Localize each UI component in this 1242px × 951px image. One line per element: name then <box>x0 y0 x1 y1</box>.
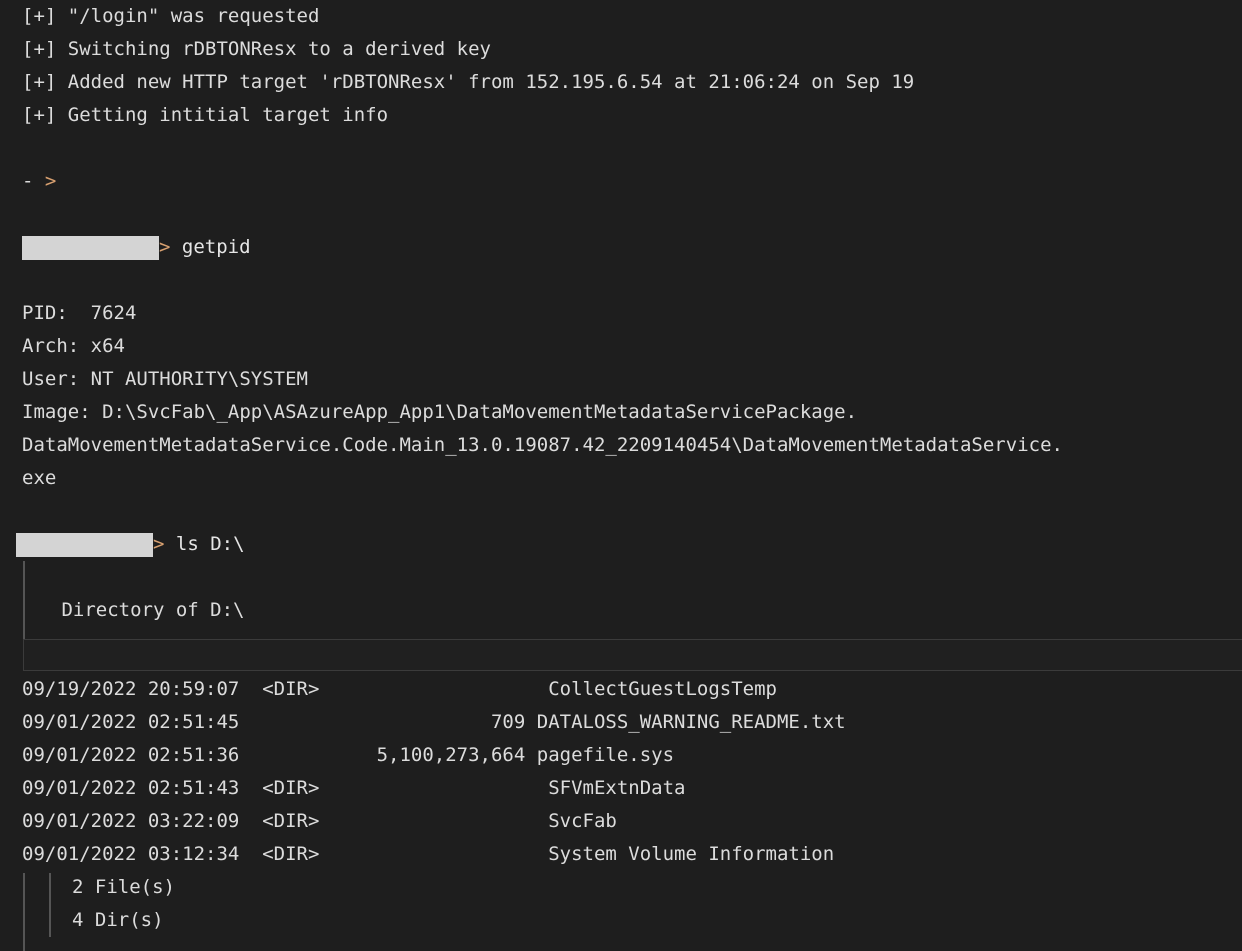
log-line: [+] Switching rDBTONResx to a derived ke… <box>22 38 491 60</box>
table-row: 09/01/2022 02:51:43 <DIR> SFVmExtnData <box>22 777 686 799</box>
getpid-output-image-3: exe <box>22 467 57 489</box>
redaction-block <box>16 532 153 557</box>
command-text: getpid <box>170 236 251 258</box>
listing-summary-block: 2 File(s) 4 Dir(s) <box>0 871 1242 951</box>
directory-header-text: Directory of D:\ <box>50 599 245 621</box>
getpid-output-image-2: DataMovementMetadataService.Code.Main_13… <box>22 434 1063 456</box>
log-line: [+] Getting intitial target info <box>22 104 389 126</box>
log-line: [+] Added new HTTP target 'rDBTONResx' f… <box>22 71 915 93</box>
getpid-output-pid: PID: 7624 <box>22 302 137 324</box>
summary-files-count: 2 File(s) <box>72 876 175 898</box>
idle-prompt-dash: - <box>22 170 45 192</box>
redaction-block <box>22 235 159 260</box>
summary-dirs-count: 4 Dir(s) <box>72 909 164 931</box>
command-prompt-ls[interactable]: > ls D:\ <box>0 528 1242 561</box>
getpid-output-image-1: Image: D:\SvcFab\_App\ASAzureApp_App1\Da… <box>22 401 858 423</box>
empty-output-box <box>23 639 1242 671</box>
terminal-console[interactable]: [+] "/login" was requested [+] Switching… <box>0 0 1242 951</box>
table-row: 09/01/2022 02:51:36 5,100,273,664 pagefi… <box>22 744 675 766</box>
getpid-output-arch: Arch: x64 <box>22 335 125 357</box>
table-row: 09/01/2022 03:12:34 <DIR> System Volume … <box>22 843 835 865</box>
log-line: [+] "/login" was requested <box>22 5 320 27</box>
table-row: 09/19/2022 20:59:07 <DIR> CollectGuestLo… <box>22 678 777 700</box>
table-row: 09/01/2022 02:51:45 709 DATALOSS_WARNING… <box>22 711 846 733</box>
idle-prompt-chevron-icon: > <box>44 170 57 192</box>
table-row: 09/01/2022 03:22:09 <DIR> SvcFab <box>22 810 617 832</box>
prompt-chevron-icon: > <box>159 236 171 258</box>
command-prompt-getpid[interactable]: > getpid <box>0 231 1242 264</box>
indent-bar <box>23 561 25 639</box>
idle-prompt: - > <box>0 165 1242 198</box>
getpid-output-user: User: NT AUTHORITY\SYSTEM <box>22 368 308 390</box>
command-text: ls D:\ <box>164 533 245 555</box>
indent-bar-inner <box>49 873 51 937</box>
prompt-chevron-icon: > <box>153 533 165 555</box>
indent-bar-outer <box>23 873 25 951</box>
directory-header-block: Directory of D:\ <box>0 561 1242 673</box>
